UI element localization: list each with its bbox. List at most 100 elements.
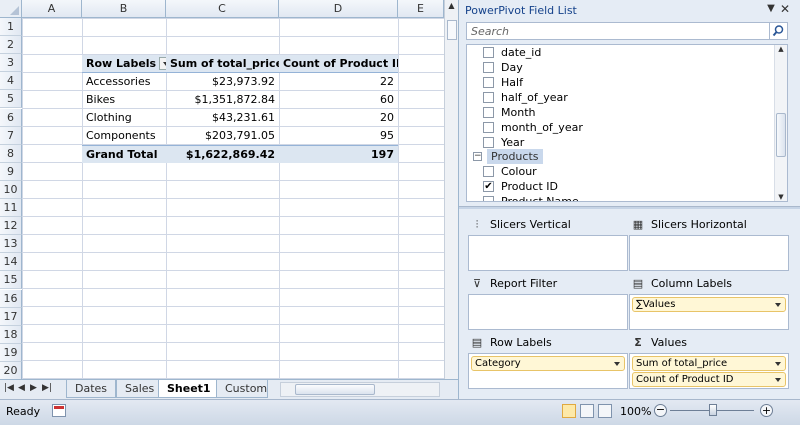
pivot-cell-price[interactable]: $203,791.05	[166, 127, 279, 145]
column-labels-drop-area[interactable]: ∑Values	[629, 294, 789, 330]
grand-total-price[interactable]: $1,622,869.42	[166, 145, 279, 163]
tab-dates[interactable]: Dates	[66, 380, 117, 398]
normal-view-icon[interactable]	[562, 404, 576, 418]
sheet-horizontal-thumb[interactable]	[295, 384, 375, 395]
zoom-level[interactable]: 100%	[620, 405, 651, 418]
scroll-down-icon[interactable]: ▼	[775, 193, 787, 201]
pivot-cell-count[interactable]: 20	[279, 109, 398, 127]
row-header-4[interactable]: 4	[0, 72, 22, 91]
field-item[interactable]: Month	[483, 105, 535, 120]
pivot-cell-count[interactable]: 95	[279, 127, 398, 145]
field-item[interactable]: Day	[483, 60, 523, 75]
close-icon[interactable]: ✕	[779, 2, 791, 16]
row-header-19[interactable]: 19	[0, 343, 22, 362]
field-item[interactable]: Colour	[483, 164, 537, 179]
field-checkbox[interactable]	[483, 62, 494, 73]
next-sheet-icon[interactable]: ▶	[30, 383, 37, 393]
slicers-vertical-drop-area[interactable]	[468, 235, 628, 271]
row-header-20[interactable]: 20	[0, 361, 22, 379]
pivot-cell-label[interactable]: Components	[82, 127, 166, 145]
sheet-vertical-scrollbar[interactable]: ▲	[444, 0, 458, 379]
pivot-cell-price[interactable]: $43,231.61	[166, 109, 279, 127]
slicers-horizontal-drop-area[interactable]	[629, 235, 789, 271]
field-item[interactable]: month_of_year	[483, 120, 583, 135]
field-item[interactable]: half_of_year	[483, 90, 568, 105]
search-input[interactable]: Search	[466, 22, 788, 40]
field-checkbox[interactable]	[483, 196, 494, 201]
tab-customers[interactable]: Custome	[216, 380, 268, 398]
row-header-1[interactable]: 1	[0, 18, 22, 36]
field-checkbox[interactable]: ✔	[483, 181, 494, 192]
report-filter-drop-area[interactable]	[468, 294, 628, 330]
table-products[interactable]: − Products	[473, 149, 543, 164]
value-field-count-product-id[interactable]: Count of Product ID	[632, 372, 786, 387]
field-item[interactable]: date_id	[483, 45, 541, 60]
pivot-header-count[interactable]: Count of Product ID	[279, 55, 398, 73]
macro-record-icon[interactable]	[52, 404, 66, 417]
tab-sales[interactable]: Sales	[116, 380, 164, 398]
pivot-cell-price[interactable]: $23,973.92	[166, 73, 279, 91]
field-checkbox[interactable]	[483, 47, 494, 58]
zoom-in-icon[interactable]: +	[760, 404, 773, 417]
prev-sheet-icon[interactable]: ◀	[18, 383, 25, 393]
field-item[interactable]: Year	[483, 135, 524, 150]
pivot-cell-price[interactable]: $1,351,872.84	[166, 91, 279, 109]
value-field-sum-total-price[interactable]: Sum of total_price	[632, 356, 786, 371]
pivot-cell-label[interactable]: Accessories	[82, 73, 166, 91]
search-icon[interactable]	[769, 23, 787, 39]
field-checkbox[interactable]	[483, 137, 494, 148]
row-header-13[interactable]: 13	[0, 235, 22, 254]
row-field-category[interactable]: Category	[471, 356, 625, 371]
scroll-up-icon[interactable]: ▲	[446, 1, 457, 13]
field-checkbox[interactable]	[483, 166, 494, 177]
values-drop-area[interactable]: Sum of total_price Count of Product ID	[629, 353, 789, 389]
grand-total-label[interactable]: Grand Total	[82, 145, 166, 163]
pivot-cell-count[interactable]: 60	[279, 91, 398, 109]
column-header-e[interactable]: E	[398, 0, 444, 18]
row-header-15[interactable]: 15	[0, 271, 22, 290]
field-checkbox[interactable]	[483, 107, 494, 118]
scroll-up-icon[interactable]: ▲	[775, 45, 787, 53]
spreadsheet-grid[interactable]: ABCDE 1 2 3 4 5 6 7 8 9 10 11 12 13 14 15 16 17 18 19 20 Ro…	[0, 0, 444, 379]
panel-menu-icon[interactable]: ▼	[765, 3, 777, 14]
row-header-7[interactable]: 7	[0, 126, 22, 145]
tab-sheet1[interactable]: Sheet1	[158, 380, 220, 398]
column-field-values[interactable]: ∑Values	[632, 297, 786, 312]
select-all-corner[interactable]	[0, 0, 22, 18]
column-header-a[interactable]: A	[22, 0, 82, 18]
panel-splitter[interactable]	[459, 206, 800, 209]
row-header-2[interactable]: 2	[0, 36, 22, 55]
sheet-vertical-thumb[interactable]	[447, 20, 457, 40]
field-item[interactable]: Half	[483, 75, 523, 90]
pivot-cell-label[interactable]: Bikes	[82, 91, 166, 109]
row-header-12[interactable]: 12	[0, 217, 22, 236]
row-header-3[interactable]: 3	[0, 54, 22, 73]
first-sheet-icon[interactable]: |◀	[4, 383, 14, 393]
field-item[interactable]: ✔ Product ID	[483, 179, 558, 194]
field-checkbox[interactable]	[483, 92, 494, 103]
zoom-slider-thumb[interactable]	[709, 404, 717, 416]
pivot-cell-label[interactable]: Clothing	[82, 109, 166, 127]
column-header-b[interactable]: B	[82, 0, 166, 18]
row-header-11[interactable]: 11	[0, 199, 22, 217]
field-item[interactable]: Product Name	[483, 194, 579, 201]
row-header-9[interactable]: 9	[0, 162, 22, 181]
grand-total-count[interactable]: 197	[279, 145, 398, 163]
row-header-18[interactable]: 18	[0, 325, 22, 344]
zoom-out-icon[interactable]: −	[654, 404, 667, 417]
pivot-header-sum-price[interactable]: Sum of total_price	[166, 55, 279, 73]
pivot-header-row-labels[interactable]: Row Labels	[82, 55, 166, 73]
sheet-horizontal-scrollbar[interactable]	[280, 382, 440, 397]
pivot-cell-count[interactable]: 22	[279, 73, 398, 91]
row-header-16[interactable]: 16	[0, 289, 22, 308]
row-header-14[interactable]: 14	[0, 253, 22, 272]
last-sheet-icon[interactable]: ▶|	[42, 383, 52, 393]
column-header-d[interactable]: D	[279, 0, 398, 18]
row-header-10[interactable]: 10	[0, 180, 22, 199]
page-layout-view-icon[interactable]	[580, 404, 594, 418]
row-labels-drop-area[interactable]: Category	[468, 353, 628, 389]
row-header-6[interactable]: 6	[0, 108, 22, 127]
field-list[interactable]: date_id Day Half half_of_year Month month_of_…	[466, 44, 788, 202]
collapse-icon[interactable]: −	[473, 152, 482, 161]
column-header-c[interactable]: C	[166, 0, 279, 18]
